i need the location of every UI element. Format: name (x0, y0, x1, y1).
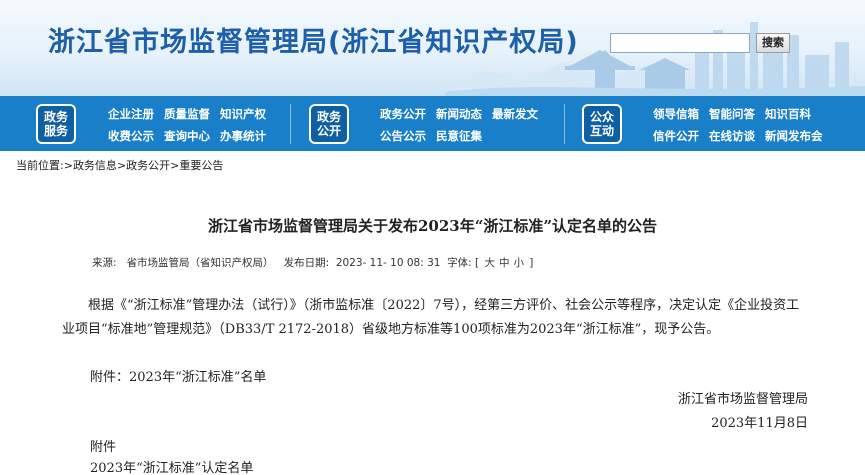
nav-link-latest-documents[interactable]: 最新发文 (492, 106, 538, 122)
breadcrumb-separator: > (170, 159, 180, 172)
nav-divider (290, 104, 291, 144)
source-value: 省市场监管局（省知识产权局） (126, 257, 274, 269)
badge-line: 政务 (43, 110, 68, 124)
font-size-medium[interactable]: 中 (499, 257, 510, 269)
signature-date: 2023年11月8日 (711, 416, 808, 431)
signature-organization: 浙江省市场监督管理局 (677, 392, 808, 407)
nav-link-query-center[interactable]: 查询中心 (164, 128, 210, 144)
nav-link-news[interactable]: 新闻动态 (436, 106, 482, 122)
nav-link-press-conference[interactable]: 新闻发布会 (765, 128, 823, 144)
nav-link-public-letters[interactable]: 信件公开 (653, 128, 699, 144)
breadcrumb-item-government-info[interactable]: 政务信息 (73, 159, 117, 172)
nav-link-leader-mailbox[interactable]: 领导信箱 (653, 106, 699, 122)
font-size-label: 字体: (447, 257, 472, 269)
search-button[interactable]: 搜索 (756, 33, 790, 53)
nav-badge-government-service[interactable]: 政务 服务 (36, 104, 76, 144)
nav-link-knowledge-encyclopedia[interactable]: 知识百科 (765, 106, 823, 122)
nav-link-quality-supervision[interactable]: 质量监督 (164, 106, 210, 122)
nav-links-government-service: 企业注册 质量监督 知识产权 收费公示 查询中心 办事统计 (108, 106, 266, 144)
article-body: 根据《“浙江标准”管理办法（试行）》（浙市监标准〔2022〕7号），经第三方评价… (62, 294, 812, 342)
badge-line: 互动 (589, 124, 614, 138)
nav-link-public-opinion[interactable]: 民意征集 (436, 128, 482, 144)
nav-link-intellectual-property[interactable]: 知识产权 (220, 106, 266, 122)
breadcrumb-item-government-affairs[interactable]: 政务公开 (126, 159, 170, 172)
breadcrumb-separator: > (116, 159, 127, 172)
site-title: 浙江省市场监督管理局(浙江省知识产权局) (48, 27, 579, 58)
nav-link-government-affairs-disclosure[interactable]: 政务公开 (380, 106, 426, 122)
publish-date: 2023- 11- 10 08: 31 (335, 257, 441, 269)
badge-line: 公开 (316, 124, 341, 138)
nav-links-public-interaction: 领导信箱 智能问答 知识百科 信件公开 在线访谈 新闻发布会 (653, 106, 823, 144)
attachment-title: 2023年“浙江标准”认定名单 (90, 461, 254, 475)
breadcrumb-prefix: 当前位置: (16, 159, 64, 172)
badge-line: 服务 (43, 124, 68, 138)
article-title: 浙江省市场监督管理局关于发布2023年“浙江标准”认定名单的公告 (207, 217, 657, 235)
nav-links-government-affairs: 政务公开 新闻动态 最新发文 公告公示 民意征集 (380, 106, 538, 144)
nav-badge-government-affairs[interactable]: 政务 公开 (309, 104, 349, 144)
nav-divider (564, 104, 565, 144)
attachment-link[interactable]: 附件：2023年“浙江标准”名单 (90, 366, 266, 385)
badge-line: 政务 (316, 110, 341, 124)
nav-link-online-interview[interactable]: 在线访谈 (709, 128, 755, 144)
font-size-large[interactable]: 大 (484, 257, 495, 269)
font-size-small[interactable]: 小 (513, 257, 524, 269)
attachment-heading: 附件 (90, 440, 117, 455)
source-label: 来源: (92, 257, 117, 269)
font-size-controls: [ 大中小 ] (475, 257, 534, 269)
nav-link-announcements[interactable]: 公告公示 (380, 128, 426, 144)
nav-link-fee-disclosure[interactable]: 收费公示 (108, 128, 154, 144)
date-label: 发布日期: (283, 257, 330, 269)
nav-badge-public-interaction[interactable]: 公众 互动 (582, 104, 622, 144)
breadcrumb-separator: > (63, 159, 73, 172)
nav-link-enterprise-registration[interactable]: 企业注册 (108, 106, 154, 122)
article-meta: 来源: 省市场监管局（省知识产权局） 发布日期: 2023- 11- 10 08… (92, 255, 533, 270)
main-nav: 政务 服务 企业注册 质量监督 知识产权 收费公示 查询中心 办事统计 政务 公… (0, 96, 865, 151)
search-input[interactable] (610, 33, 750, 53)
article-paragraph: 根据《“浙江标准”管理办法（试行）》（浙市监标准〔2022〕7号），经第三方评价… (62, 298, 800, 337)
breadcrumb: 当前位置:>政务信息>政务公开>重要公告 (16, 157, 223, 173)
header-banner: 浙江省市场监督管理局(浙江省知识产权局) 搜索 (0, 0, 865, 96)
badge-line: 公众 (589, 110, 614, 124)
nav-link-smart-qa[interactable]: 智能问答 (709, 106, 755, 122)
nav-link-service-statistics[interactable]: 办事统计 (220, 128, 266, 144)
breadcrumb-item-important-notices[interactable]: 重要公告 (179, 159, 223, 172)
